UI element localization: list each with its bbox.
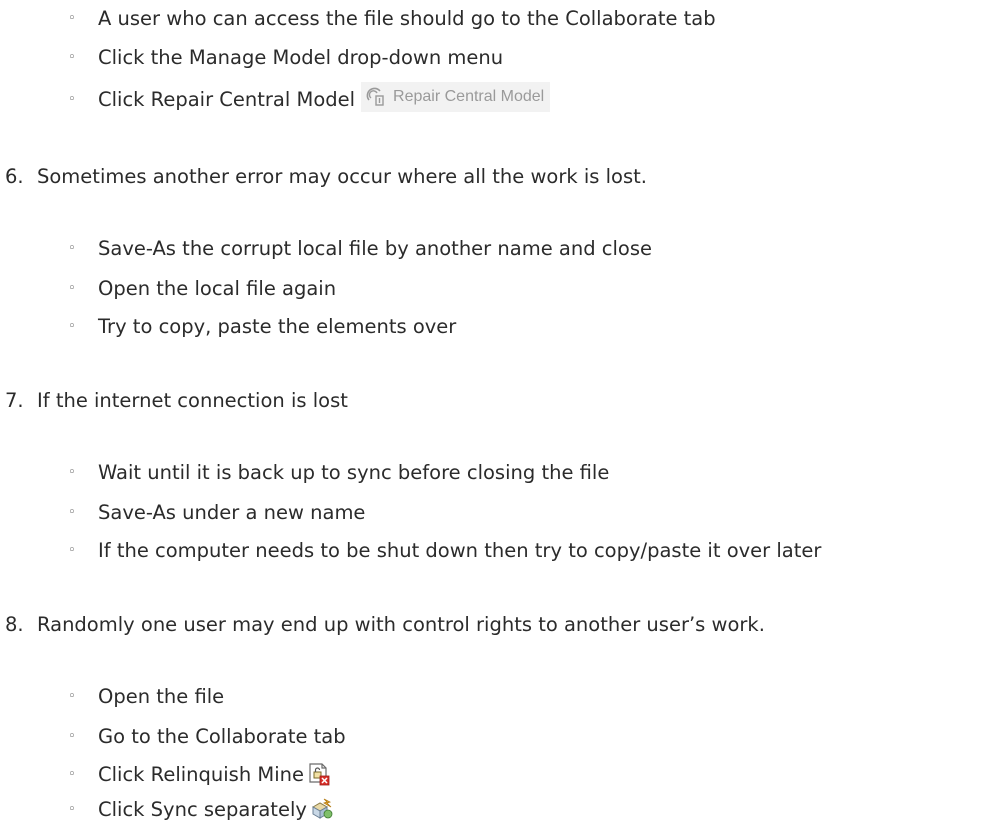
bullet: ◦ (68, 465, 76, 480)
list-item-text: Open the file (98, 685, 225, 708)
bullet: ◦ (68, 281, 76, 296)
list-item-text: Try to copy, paste the elements over (98, 315, 457, 338)
list-item-text: Click the Manage Model drop-down menu (98, 46, 504, 69)
repair-central-model-button-image: Repair Central Model (361, 81, 551, 112)
sync-icon (311, 798, 333, 819)
list-item-text: Click Sync separately (98, 798, 307, 821)
list-item: ◦ Open the local file again (68, 274, 336, 304)
bullet: ◦ (68, 505, 76, 520)
list-item-text: Click Relinquish Mine (98, 763, 304, 786)
bullet: ◦ (68, 241, 76, 256)
list-item-text: Save-As under a new name (98, 501, 366, 524)
item-number: 6. (5, 165, 24, 188)
repair-central-model-label: Repair Central Model (393, 87, 545, 105)
list-item: ◦ Go to the Collaborate tab (68, 722, 346, 752)
list-item-text: Go to the Collaborate tab (98, 725, 346, 748)
numbered-item: 7. If the internet connection is lost (5, 386, 348, 416)
list-item: ◦ Open the file (68, 682, 224, 712)
bullet: ◦ (68, 319, 76, 334)
bullet: ◦ (68, 802, 76, 817)
bullet: ◦ (68, 767, 76, 782)
list-item: ◦ Try to copy, paste the elements over (68, 312, 456, 342)
bullet: ◦ (68, 729, 76, 744)
bullet: ◦ (68, 689, 76, 704)
bullet: ◦ (68, 92, 76, 107)
list-item: ◦ Save-As the corrupt local file by anoth… (68, 234, 652, 264)
relinquish-mine-icon (309, 762, 330, 785)
list-item-text: Open the local file again (98, 277, 337, 300)
list-item-text: Click Repair Central Model (98, 88, 356, 111)
list-item: ◦ If the computer needs to be shut down t… (68, 536, 821, 566)
list-item: ◦ Save-As under a new name (68, 498, 365, 528)
numbered-item: 8. Randomly one user may end up with cont… (5, 610, 765, 640)
list-item-text: Save-As the corrupt local file by anothe… (98, 237, 653, 260)
item-number: 8. (5, 613, 24, 636)
bullet: ◦ (68, 50, 76, 65)
list-item-text: If the computer needs to be shut down th… (98, 539, 822, 562)
list-item: ◦ A user who can access the file should g… (68, 4, 716, 34)
list-item: ◦ Click Relinquish Mine (68, 760, 331, 790)
list-item: ◦ Click the Manage Model drop-down menu (68, 43, 503, 73)
item-text: If the internet connection is lost (37, 389, 348, 412)
list-item-text: Wait until it is back up to sync before … (98, 461, 610, 484)
list-item: ◦ Click Sync separately (68, 795, 334, 825)
bullet: ◦ (68, 11, 76, 26)
numbered-item: 6. Sometimes another error may occur wher… (5, 162, 647, 192)
item-text: Sometimes another error may occur where … (37, 165, 647, 188)
item-number: 7. (5, 389, 24, 412)
list-item: ◦ Wait until it is back up to sync before… (68, 458, 609, 488)
list-item: ◦ Click Repair Central Model Repair Centr… (68, 81, 551, 115)
list-item-text: A user who can access the file should go… (98, 7, 716, 30)
item-text: Randomly one user may end up with contro… (37, 613, 765, 636)
repair-central-model-icon (366, 87, 384, 106)
bullet: ◦ (68, 543, 76, 558)
